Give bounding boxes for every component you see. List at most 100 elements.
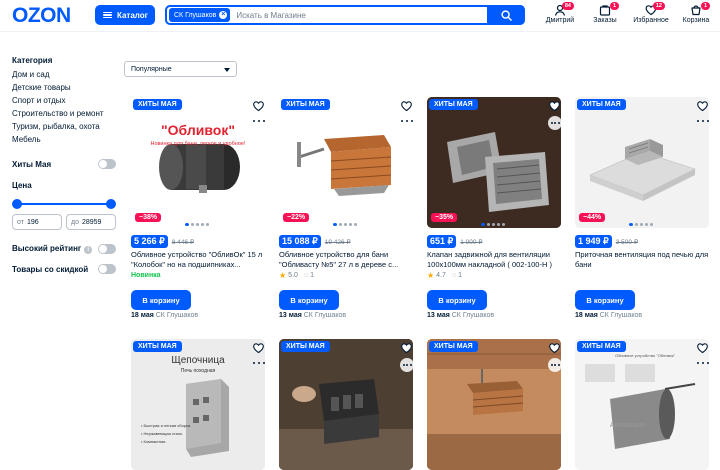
- product-image[interactable]: Обливное устройство "Обливок" Активация: [575, 339, 709, 470]
- more-options-icon[interactable]: [548, 358, 562, 372]
- product-image[interactable]: "Обливок" Новинка для бани, легкое и удо…: [131, 97, 265, 228]
- price-min-handle[interactable]: [12, 199, 22, 209]
- product-image-title: "Обливок": [161, 122, 235, 138]
- heart-icon[interactable]: [696, 100, 709, 112]
- more-options-icon[interactable]: [253, 116, 265, 126]
- more-options-icon[interactable]: [697, 358, 709, 368]
- heart-icon[interactable]: [252, 342, 265, 354]
- more-options-icon[interactable]: [401, 116, 413, 126]
- delivery-info: 18 мая СК Глушаков: [131, 312, 198, 319]
- product-image[interactable]: [279, 97, 413, 228]
- category-item[interactable]: Дом и сад: [12, 68, 116, 81]
- product-image-feature: • Компактная: [141, 439, 165, 444]
- cart-badge: 1: [700, 2, 710, 10]
- more-options-icon[interactable]: [548, 116, 562, 130]
- more-options-icon[interactable]: [400, 358, 414, 372]
- hits-toggle[interactable]: [98, 159, 116, 169]
- cart-link[interactable]: Корзина 1: [676, 2, 716, 24]
- product-image[interactable]: [427, 97, 561, 228]
- category-item[interactable]: Детские товары: [12, 81, 116, 94]
- product-image-title: Обливное устройство "Обливок": [615, 353, 676, 358]
- price-from-field[interactable]: от 196: [12, 214, 62, 230]
- old-price: 3 500 ₽: [615, 238, 638, 246]
- more-options-icon[interactable]: [253, 358, 265, 368]
- ozon-logo[interactable]: OZON: [12, 4, 71, 28]
- product-image[interactable]: [279, 339, 413, 470]
- category-item[interactable]: Строительство и ремонт: [12, 107, 116, 120]
- heart-icon[interactable]: [696, 342, 709, 354]
- delivery-info: 18 мая СК Глушаков: [575, 312, 642, 319]
- add-to-cart-button[interactable]: В корзину: [575, 290, 635, 310]
- hit-badge: ХИТЫ МАЯ: [577, 99, 626, 110]
- more-options-icon[interactable]: [697, 116, 709, 126]
- hits-filter-row: Хиты Мая: [12, 157, 116, 171]
- current-price: 5 266 ₽: [131, 235, 168, 248]
- product-photo: [279, 339, 413, 470]
- add-to-cart-button[interactable]: В корзину: [131, 290, 191, 310]
- info-icon[interactable]: i: [84, 246, 93, 254]
- catalog-button[interactable]: Каталог: [95, 5, 155, 25]
- hit-badge: ХИТЫ МАЯ: [133, 341, 182, 352]
- price-from-prefix: от: [17, 218, 24, 226]
- heart-icon[interactable]: [400, 100, 413, 112]
- category-item[interactable]: Туризм, рыбалка, охота: [12, 120, 116, 133]
- discount-toggle[interactable]: [98, 264, 116, 274]
- discount-badge: −38%: [135, 213, 162, 222]
- price-range-slider: [12, 198, 116, 210]
- add-to-cart-button[interactable]: В корзину: [427, 290, 487, 310]
- image-pager[interactable]: [629, 223, 653, 226]
- product-title[interactable]: Приточная вентиляция под печью для бани: [575, 250, 709, 270]
- sort-select[interactable]: Популярные: [124, 61, 237, 77]
- rating-toggle[interactable]: [98, 244, 116, 254]
- heart-icon[interactable]: [548, 100, 561, 112]
- price-max-handle[interactable]: [106, 199, 116, 209]
- category-item[interactable]: Спорт и отдых: [12, 94, 116, 107]
- product-image-subtitle: Новинка для бани, легкое и удобное!: [150, 141, 245, 147]
- product-photo: "Обливок" Новинка для бани, легкое и удо…: [131, 97, 265, 228]
- category-item[interactable]: Мебель: [12, 133, 116, 146]
- heart-icon[interactable]: [400, 342, 413, 354]
- menu-icon: [103, 11, 112, 19]
- delivery-date: 13 мая: [279, 312, 302, 319]
- product-title[interactable]: Клапан задвижной для вентиляции 100х100м…: [427, 250, 561, 270]
- delivery-date: 18 мая: [575, 312, 598, 319]
- discount-badge: −35%: [431, 213, 458, 222]
- rating-value: 4.7: [436, 272, 446, 279]
- delivery-date: 18 мая: [131, 312, 154, 319]
- product-title[interactable]: Обливное устройство для бани "Обливасту …: [279, 250, 413, 270]
- image-pager[interactable]: [333, 223, 357, 226]
- product-image[interactable]: Щепочница Печь походная • Быстрая и легк…: [131, 339, 265, 470]
- favorites-link[interactable]: Избранное 12: [631, 2, 671, 24]
- product-image[interactable]: [575, 97, 709, 228]
- add-to-cart-button[interactable]: В корзину: [279, 290, 339, 310]
- current-price: 1 949 ₽: [575, 235, 612, 248]
- search-input[interactable]: Искать в Магазине: [236, 11, 523, 20]
- heart-icon[interactable]: [548, 342, 561, 354]
- hit-badge: ХИТЫ МАЯ: [577, 341, 626, 352]
- product-image[interactable]: [427, 339, 561, 470]
- discount-filter-row: Товары со скидкой: [12, 262, 116, 276]
- product-title[interactable]: Обливное устройство "ОбливОк" 15 л "Коло…: [131, 250, 265, 270]
- price-row: 15 088 ₽ 19 426 ₽: [279, 235, 351, 248]
- star-icon: ★: [279, 271, 287, 280]
- product-photo: [575, 97, 709, 228]
- comment-icon: ◌: [451, 272, 457, 279]
- profile-label: Дмитрий: [545, 17, 575, 24]
- store-chip-label: СК Глушаков: [174, 11, 217, 19]
- price-to-field[interactable]: до 28959: [66, 214, 116, 230]
- image-pager[interactable]: [481, 223, 505, 226]
- close-icon[interactable]: ×: [219, 11, 228, 19]
- heart-icon[interactable]: [252, 100, 265, 112]
- current-price: 15 088 ₽: [279, 235, 321, 248]
- store-filter-chip[interactable]: СК Глушаков ×: [169, 8, 231, 22]
- product-image-caption: Активация: [610, 422, 644, 429]
- hit-badge: ХИТЫ МАЯ: [133, 99, 182, 110]
- catalog-label: Каталог: [117, 10, 148, 20]
- search-icon: [500, 9, 512, 21]
- search-button[interactable]: [487, 5, 525, 25]
- orders-link[interactable]: Заказы 1: [585, 2, 625, 24]
- product-photo: Обливное устройство "Обливок" Активация: [575, 339, 709, 470]
- profile-link[interactable]: Дмитрий 84: [540, 2, 580, 24]
- review-count: 1: [458, 272, 462, 279]
- image-pager[interactable]: [185, 223, 209, 226]
